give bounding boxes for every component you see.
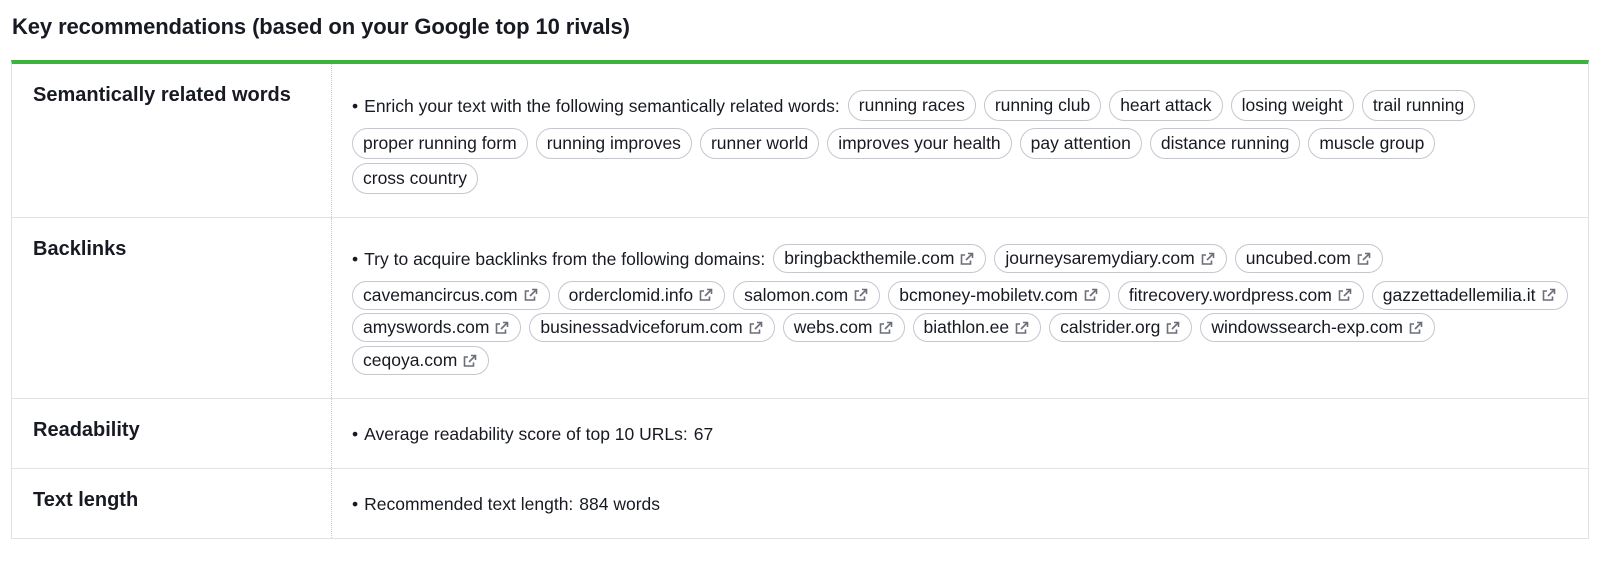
keyword-chip[interactable]: trail running — [1361, 90, 1476, 122]
external-link-icon — [853, 287, 869, 303]
external-link-icon — [748, 320, 764, 336]
backlink-domain-label: webs.com — [793, 317, 873, 338]
text-length-value: 884 words — [579, 494, 661, 514]
external-link-icon — [1200, 251, 1216, 267]
readability-content: • Average readability score of top 10 URL… — [332, 399, 1588, 468]
external-link-icon — [1014, 320, 1030, 336]
backlink-domain-chip[interactable]: orderclomid.info — [557, 280, 726, 310]
backlink-domain-chip[interactable]: cavemancircus.com — [352, 280, 550, 310]
readability-lead: • Average readability score of top 10 URL… — [352, 424, 714, 444]
keyword-chip[interactable]: pay attention — [1019, 128, 1142, 160]
row-semantic-words: Semantically related words • Enrich your … — [12, 64, 1588, 218]
row-label: Readability — [12, 399, 332, 468]
backlink-domain-label: journeysaremydiary.com — [1005, 248, 1195, 269]
backlink-domain-label: bringbackthemile.com — [784, 248, 955, 269]
keyword-chip[interactable]: running races — [847, 90, 976, 122]
backlink-domain-label: salomon.com — [744, 284, 849, 305]
row-label: Text length — [12, 469, 332, 538]
keyword-chip[interactable]: distance running — [1149, 128, 1301, 160]
row-label: Semantically related words — [12, 64, 332, 217]
row-backlinks: Backlinks • Try to acquire backlinks from… — [12, 218, 1588, 399]
keyword-chip[interactable]: muscle group — [1308, 128, 1436, 160]
external-link-icon — [494, 320, 510, 336]
backlink-domain-label: uncubed.com — [1245, 248, 1351, 269]
backlink-domain-label: fitrecovery.wordpress.com — [1128, 284, 1332, 305]
backlink-domain-chip[interactable]: bcmoney-mobiletv.com — [888, 280, 1110, 310]
backlink-domain-chip[interactable]: businessadviceforum.com — [529, 313, 775, 343]
row-text-length: Text length • Recommended text length: 884… — [12, 469, 1588, 539]
external-link-icon — [1408, 320, 1424, 336]
text-length-content: • Recommended text length: 884 words — [332, 469, 1588, 538]
backlink-domain-label: orderclomid.info — [568, 284, 694, 305]
external-link-icon — [1541, 287, 1557, 303]
backlink-domain-chip[interactable]: gazzettadellemilia.it — [1371, 280, 1568, 310]
backlink-domain-chip[interactable]: uncubed.com — [1234, 244, 1383, 274]
backlink-domain-label: bcmoney-mobiletv.com — [899, 284, 1078, 305]
external-link-icon — [462, 353, 478, 369]
backlink-domain-label: calstrider.org — [1060, 317, 1161, 338]
keyword-chip[interactable]: heart attack — [1109, 90, 1223, 122]
external-link-icon — [698, 287, 714, 303]
keyword-chip[interactable]: runner world — [699, 128, 820, 160]
backlink-domain-label: biathlon.ee — [923, 317, 1010, 338]
row-label: Backlinks — [12, 218, 332, 398]
semantic-words-lead: • Enrich your text with the following sem… — [352, 95, 840, 116]
backlink-domain-chip[interactable]: fitrecovery.wordpress.com — [1117, 280, 1364, 310]
text-length-lead: • Recommended text length: 884 words — [352, 494, 661, 514]
keyword-chip[interactable]: running club — [983, 90, 1102, 122]
keyword-chip[interactable]: proper running form — [352, 128, 528, 160]
backlink-domain-chip[interactable]: webs.com — [782, 313, 905, 343]
external-link-icon — [523, 287, 539, 303]
backlink-domain-label: businessadviceforum.com — [540, 317, 743, 338]
semantic-words-content: • Enrich your text with the following sem… — [332, 64, 1588, 217]
backlink-domain-chip[interactable]: calstrider.org — [1049, 313, 1193, 343]
external-link-icon — [1165, 320, 1181, 336]
external-link-icon — [1337, 287, 1353, 303]
keyword-chip[interactable]: losing weight — [1230, 90, 1354, 122]
backlink-domain-label: amyswords.com — [363, 317, 490, 338]
backlink-domain-chip[interactable]: journeysaremydiary.com — [994, 244, 1227, 274]
external-link-icon — [1356, 251, 1372, 267]
backlink-domain-label: windowssearch-exp.com — [1211, 317, 1403, 338]
keyword-chip[interactable]: improves your health — [827, 128, 1012, 160]
backlink-domain-chip[interactable]: ceqoya.com — [352, 346, 490, 376]
backlink-domain-label: cavemancircus.com — [363, 284, 518, 305]
backlink-domain-chip[interactable]: salomon.com — [733, 280, 881, 310]
backlink-domain-label: gazzettadellemilia.it — [1382, 284, 1536, 305]
page-title: Key recommendations (based on your Googl… — [12, 14, 630, 39]
backlink-domain-chip[interactable]: biathlon.ee — [912, 313, 1042, 343]
recommendations-table: Semantically related words • Enrich your … — [11, 60, 1589, 539]
external-link-icon — [878, 320, 894, 336]
backlink-domain-chip[interactable]: bringbackthemile.com — [773, 244, 987, 274]
keyword-chip[interactable]: cross country — [352, 163, 479, 195]
backlinks-lead: • Try to acquire backlinks from the follo… — [352, 248, 766, 269]
external-link-icon — [959, 251, 975, 267]
keyword-chip[interactable]: running improves — [535, 128, 692, 160]
backlink-domain-label: ceqoya.com — [363, 350, 458, 371]
backlinks-content: • Try to acquire backlinks from the follo… — [332, 218, 1588, 398]
external-link-icon — [1083, 287, 1099, 303]
readability-score: 67 — [693, 424, 714, 444]
backlink-domain-chip[interactable]: amyswords.com — [352, 313, 522, 343]
backlink-domain-chip[interactable]: windowssearch-exp.com — [1200, 313, 1435, 343]
row-readability: Readability • Average readability score o… — [12, 399, 1588, 469]
